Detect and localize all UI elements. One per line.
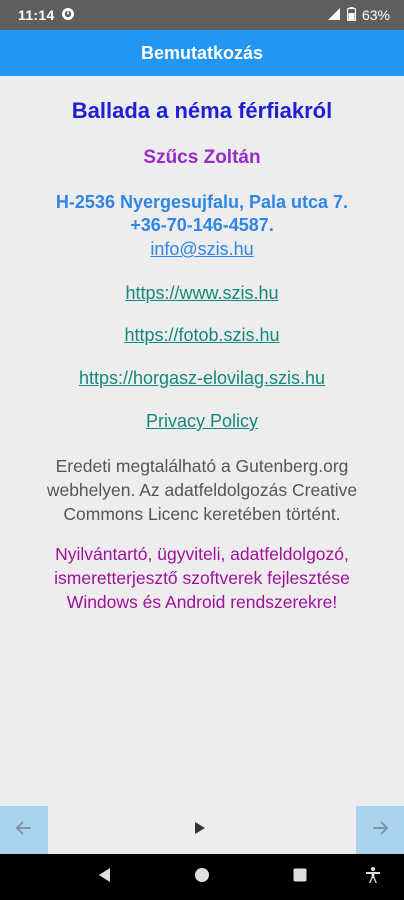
arrow-right-icon xyxy=(371,819,389,842)
promo-line: Windows és Android rendszerekre! xyxy=(66,592,338,612)
photo-site-link[interactable]: https://fotob.szis.hu xyxy=(0,325,404,346)
next-button[interactable] xyxy=(356,806,404,854)
website-link[interactable]: https://www.szis.hu xyxy=(0,283,404,304)
back-icon xyxy=(97,867,113,888)
app-bar: Bemutatkozás xyxy=(0,30,404,76)
promo-line: Nyilvántartó, ügyviteli, adatfeldolgozó, xyxy=(55,544,349,564)
system-recents-button[interactable] xyxy=(289,866,311,888)
status-right: 63% xyxy=(327,6,390,24)
system-accessibility-button[interactable] xyxy=(362,866,384,888)
status-time: 11:14 xyxy=(18,7,55,23)
play-button[interactable] xyxy=(190,820,210,840)
promo-text: Nyilvántartó, ügyviteli, adatfeldolgozó,… xyxy=(14,542,390,614)
accessibility-icon xyxy=(364,866,382,889)
book-title: Ballada a néma férfiakról xyxy=(71,98,333,123)
phone-text: +36-70-146-4587. xyxy=(130,215,274,235)
system-home-button[interactable] xyxy=(191,866,213,888)
author-name: Szűcs Zoltán xyxy=(143,147,261,168)
battery-percent: 63% xyxy=(361,7,390,23)
source-note-line: webhelyen. Az adatfeldolgozás Creative xyxy=(46,480,358,500)
email-link[interactable]: info@szis.hu xyxy=(0,239,404,260)
angling-site-link[interactable]: https://horgasz-elovilag.szis.hu xyxy=(0,368,404,389)
recents-icon xyxy=(292,867,308,888)
play-icon xyxy=(194,821,206,840)
source-note-line: Commons Licenc keretében történt. xyxy=(63,504,341,524)
promo-line: ismeretterjesztő szoftverek fejlesztése xyxy=(54,568,350,588)
page-title: Bemutatkozás xyxy=(140,42,264,63)
bottom-nav xyxy=(0,806,404,854)
notification-icon xyxy=(61,7,75,24)
previous-button[interactable] xyxy=(0,806,48,854)
arrow-left-icon xyxy=(15,819,33,842)
address-text: H-2536 Nyergesujfalu, Pala utca 7. xyxy=(55,192,349,212)
home-icon xyxy=(194,867,210,888)
system-back-button[interactable] xyxy=(94,866,116,888)
status-bar: 11:14 63% xyxy=(0,0,404,30)
source-note: Eredeti megtalálható a Gutenberg.org web… xyxy=(20,454,384,526)
system-nav-bar xyxy=(0,854,404,900)
privacy-policy-link[interactable]: Privacy Policy xyxy=(0,411,404,432)
battery-icon xyxy=(346,6,357,24)
signal-icon xyxy=(327,7,341,24)
source-note-line: Eredeti megtalálható a Gutenberg.org xyxy=(55,456,349,476)
status-left: 11:14 xyxy=(18,7,75,24)
